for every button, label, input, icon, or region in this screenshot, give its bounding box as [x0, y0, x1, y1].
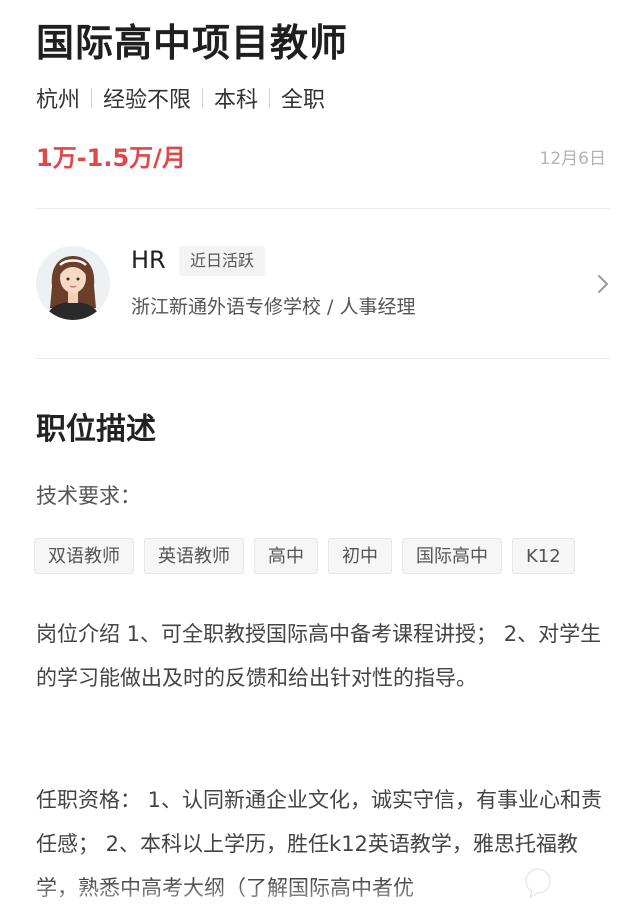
section-title-description: 职位描述	[36, 412, 156, 447]
hr-activity-badge: 近日活跃	[179, 246, 266, 276]
divider	[36, 208, 610, 209]
meta-divider	[202, 88, 204, 108]
speech-bubble-logo-icon	[524, 867, 626, 899]
skill-tag[interactable]: 国际高中	[402, 538, 502, 574]
divider	[36, 358, 610, 359]
meta-experience: 经验不限	[103, 88, 192, 113]
meta-city: 杭州	[36, 88, 81, 113]
skill-tag[interactable]: 英语教师	[144, 538, 244, 574]
hr-card[interactable]: HR 近日活跃 浙江新通外语专修学校 / 人事经理	[0, 210, 640, 358]
chevron-right-icon[interactable]	[594, 272, 612, 296]
skill-tag[interactable]: K12	[512, 538, 575, 574]
post-date: 12月6日	[539, 149, 606, 169]
hr-name: HR	[131, 246, 166, 274]
skills-label: 技术要求：	[36, 484, 141, 508]
skill-tag[interactable]: 初中	[328, 538, 392, 574]
skill-tag[interactable]: 高中	[254, 538, 318, 574]
meta-job-type: 全职	[281, 88, 326, 113]
salary-range: 1万-1.5万/月	[36, 144, 186, 172]
skill-tag[interactable]: 双语教师	[34, 538, 134, 574]
meta-divider	[91, 88, 93, 108]
job-detail-page: 国际高中项目教师 杭州 经验不限 本科 全职 1万-1.5万/月 12月6日 H…	[0, 0, 640, 909]
meta-education: 本科	[214, 88, 259, 113]
avatar-illustration-icon	[36, 246, 110, 320]
hr-company-position: 浙江新通外语专修学校 / 人事经理	[131, 296, 416, 318]
skill-tags: 双语教师 英语教师 高中 初中 国际高中 K12	[34, 538, 634, 574]
hr-avatar	[36, 246, 110, 320]
job-intro-text: 岗位介绍 1、可全职教授国际高中备考课程讲授； 2、对学生的学习能做出及时的反馈…	[36, 622, 602, 690]
job-meta-row: 杭州 经验不限 本科 全职	[36, 82, 325, 114]
job-title: 国际高中项目教师	[36, 21, 349, 65]
meta-divider	[269, 88, 271, 108]
